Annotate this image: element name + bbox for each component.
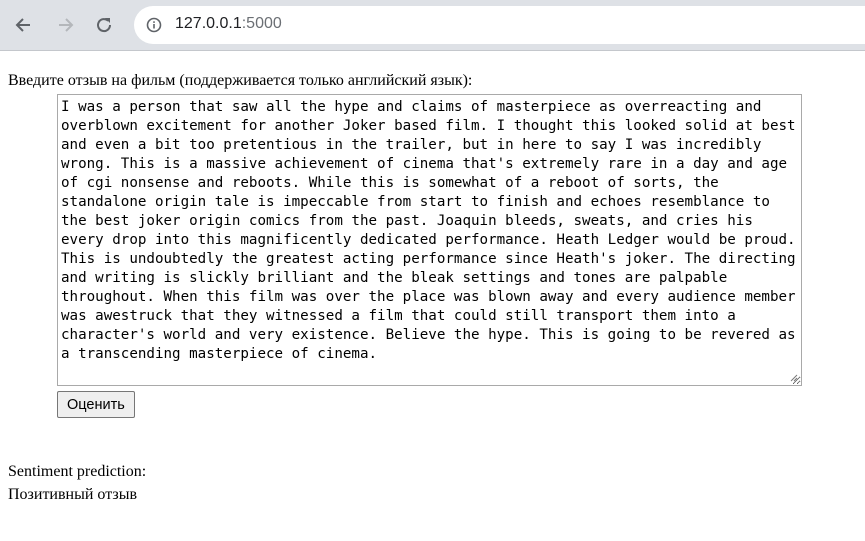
resize-grip-icon[interactable] [788,372,798,382]
info-icon [146,17,162,33]
result-heading: Sentiment prediction: [8,463,147,480]
back-button[interactable] [12,13,36,37]
page-content: Введите отзыв на фильм (поддерживается т… [0,51,865,541]
address-bar[interactable]: 127.0.0.1:5000 [134,6,865,44]
back-arrow-icon [15,18,30,32]
forward-arrow-icon [59,18,74,32]
url-text: 127.0.0.1:5000 [175,15,282,33]
reload-button[interactable] [92,13,116,37]
evaluate-button[interactable]: Оценить [57,391,135,418]
browser-toolbar: 127.0.0.1:5000 [0,0,865,51]
forward-button[interactable] [53,13,77,37]
url-host: 127.0.0.1 [175,15,242,32]
review-prompt-label: Введите отзыв на фильм (поддерживается т… [8,72,473,89]
reload-icon [97,18,112,33]
review-textarea[interactable]: I was a person that saw all the hype and… [57,94,802,386]
url-port: :5000 [241,15,282,32]
sentiment-result: Позитивный отзыв [8,486,138,503]
